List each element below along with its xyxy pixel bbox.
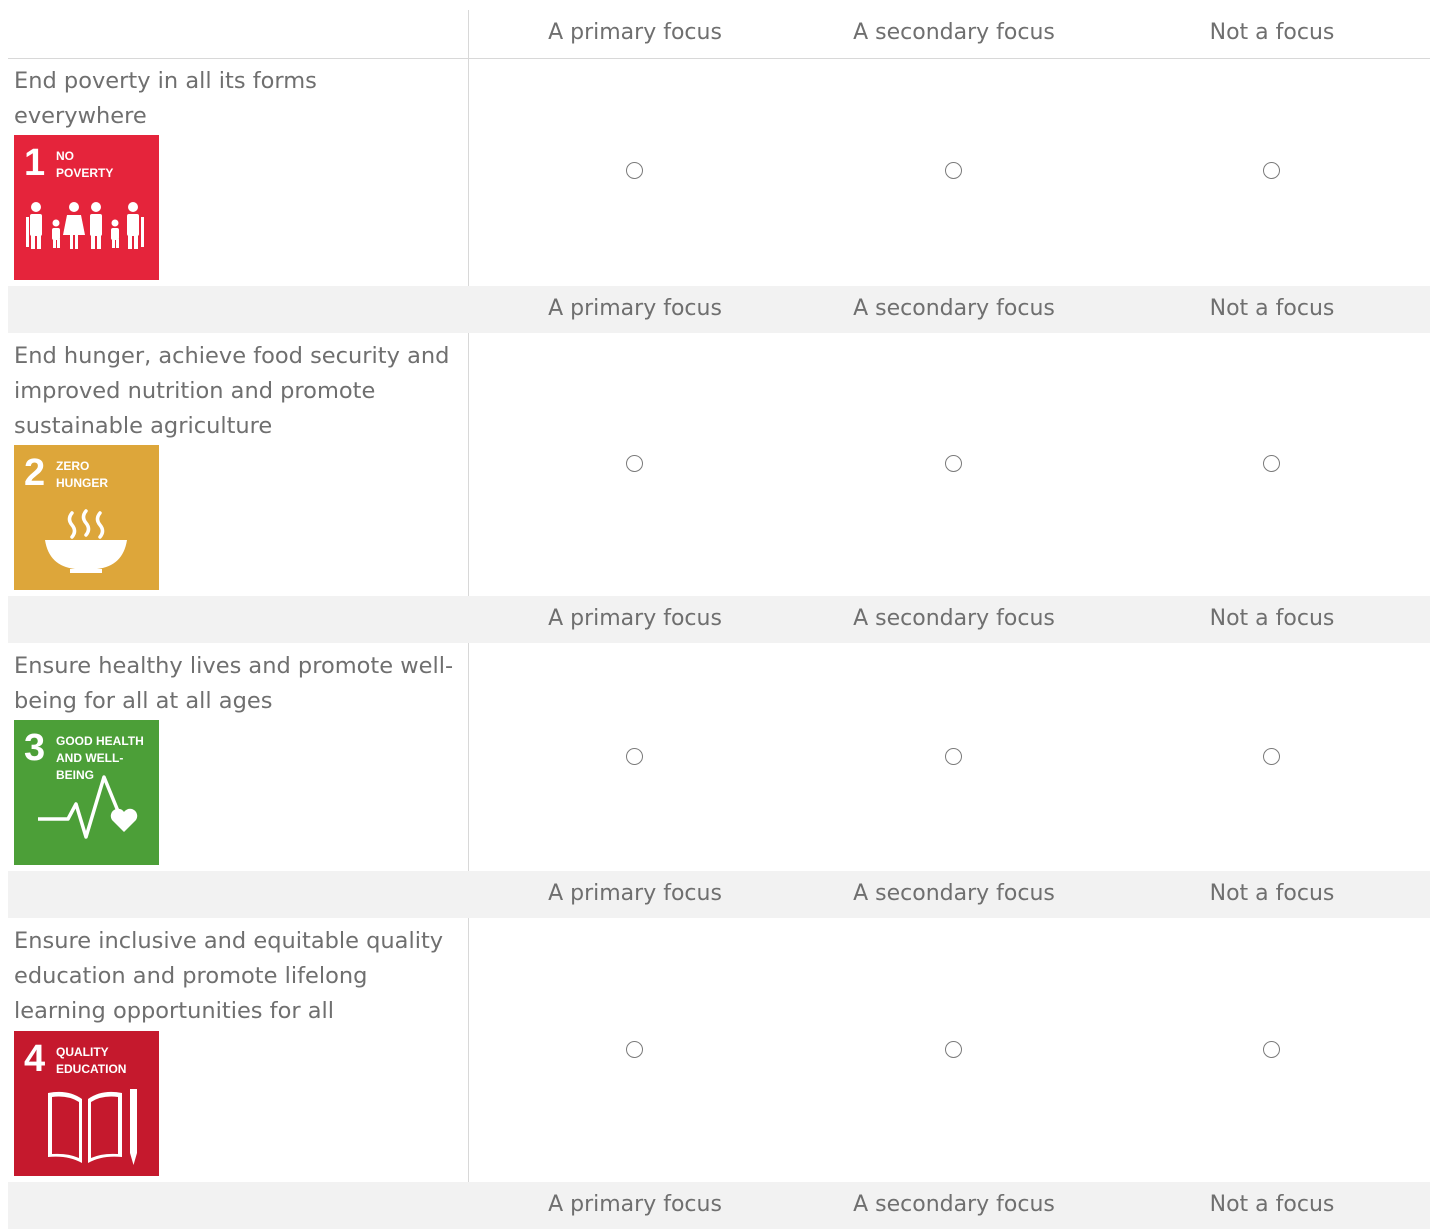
radio-not-a-focus[interactable] bbox=[1263, 748, 1280, 765]
radio-a-primary-focus[interactable] bbox=[626, 748, 643, 765]
sdg-label: ZERO HUNGER bbox=[56, 458, 108, 492]
column-header-label: A primary focus bbox=[548, 296, 722, 321]
radio-a-secondary-focus[interactable] bbox=[945, 748, 962, 765]
sdg-goal-1-icon: 1 NO POVERTY bbox=[14, 135, 159, 280]
radio-a-secondary-focus[interactable] bbox=[945, 455, 962, 472]
radio-a-primary-focus[interactable] bbox=[626, 455, 643, 472]
sdg-label-line: NO bbox=[56, 149, 74, 163]
row-statement: End poverty in all its forms everywhere bbox=[14, 68, 317, 129]
sdg-goal-3-icon: 3 GOOD HEALTH AND WELL-BEING bbox=[14, 720, 159, 865]
column-header-label: A secondary focus bbox=[853, 1192, 1055, 1217]
row-statement: Ensure inclusive and equitable quality e… bbox=[14, 928, 444, 1024]
matrix-question: A primary focus A secondary focus Not a fo… bbox=[0, 0, 1435, 1229]
sdg-goal-4-icon: 4 QUALITY EDUCATION bbox=[14, 1031, 159, 1176]
column-header-label: A primary focus bbox=[548, 606, 722, 631]
sdg-label-line: QUALITY bbox=[56, 1045, 109, 1059]
radio-a-primary-focus[interactable] bbox=[626, 162, 643, 179]
row-statement: End hunger, achieve food security and im… bbox=[14, 343, 450, 439]
column-header-label: A primary focus bbox=[548, 1192, 722, 1217]
sdg-label: GOOD HEALTH AND WELL-BEING bbox=[56, 733, 159, 784]
radio-not-a-focus[interactable] bbox=[1263, 455, 1280, 472]
column-header-label: A primary focus bbox=[548, 20, 722, 45]
column-header-label: A secondary focus bbox=[853, 881, 1055, 906]
sdg-label-line: EDUCATION bbox=[56, 1062, 127, 1076]
column-header-label: Not a focus bbox=[1209, 881, 1335, 906]
column-header-label: Not a focus bbox=[1209, 20, 1335, 45]
sdg-label-line: GOOD HEALTH bbox=[56, 734, 144, 748]
column-header-band: A primary focus A secondary focus Not a fo… bbox=[8, 871, 1430, 918]
column-header-label: A secondary focus bbox=[853, 296, 1055, 321]
radio-a-secondary-focus[interactable] bbox=[945, 162, 962, 179]
radio-a-secondary-focus[interactable] bbox=[945, 1041, 962, 1058]
sdg-number: 4 bbox=[24, 1038, 46, 1080]
sdg-label-line: AND WELL-BEING bbox=[56, 751, 124, 782]
column-header-band: A primary focus A secondary focus Not a fo… bbox=[8, 596, 1430, 643]
column-header-label: Not a focus bbox=[1209, 606, 1335, 631]
radio-not-a-focus[interactable] bbox=[1263, 1041, 1280, 1058]
row-statement: Ensure healthy lives and promote well-be… bbox=[14, 653, 454, 714]
column-header-band: A primary focus A secondary focus Not a fo… bbox=[8, 286, 1430, 333]
column-header-label: Not a focus bbox=[1209, 296, 1335, 321]
sdg-label: QUALITY EDUCATION bbox=[56, 1044, 126, 1078]
sdg-label-line: ZERO bbox=[56, 459, 90, 473]
column-header-label: A secondary focus bbox=[853, 606, 1055, 631]
column-header-band: A primary focus A secondary focus Not a fo… bbox=[8, 10, 1430, 59]
sdg-number: 3 bbox=[24, 727, 46, 769]
sdg-label-line: POVERTY bbox=[56, 166, 114, 180]
sdg-label-line: HUNGER bbox=[56, 476, 109, 490]
sdg-label: NO POVERTY bbox=[56, 148, 113, 182]
column-header-label: A primary focus bbox=[548, 881, 722, 906]
sdg-goal-2-icon: 2 ZERO HUNGER bbox=[14, 445, 159, 590]
radio-a-primary-focus[interactable] bbox=[626, 1041, 643, 1058]
column-header-label: A secondary focus bbox=[853, 20, 1055, 45]
radio-not-a-focus[interactable] bbox=[1263, 162, 1280, 179]
sdg-number: 1 bbox=[24, 142, 46, 184]
sdg-number: 2 bbox=[24, 452, 46, 494]
column-header-band: A primary focus A secondary focus Not a fo… bbox=[8, 1182, 1430, 1229]
column-header-label: Not a focus bbox=[1209, 1192, 1335, 1217]
